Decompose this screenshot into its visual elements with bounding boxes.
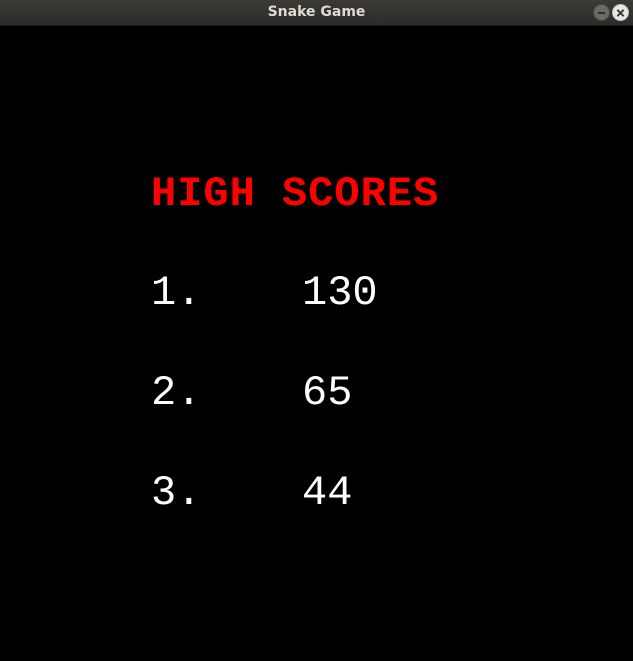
game-canvas: HIGH SCORES 1. 130 2. 65 3. 44 (0, 27, 633, 661)
high-scores-heading: HIGH SCORES (151, 170, 440, 218)
window-title: Snake Game (267, 4, 366, 20)
score-rank-2: 2. (151, 369, 202, 417)
score-rank-1: 1. (151, 269, 202, 317)
score-value-2: 65 (302, 369, 353, 417)
close-icon[interactable] (612, 4, 629, 21)
score-value-1: 130 (302, 269, 378, 317)
minimize-icon[interactable] (593, 4, 610, 21)
title-bar[interactable]: Snake Game (0, 0, 633, 26)
game-window: Snake Game HIGH SCORES 1. 130 2. 65 3. 4… (0, 0, 633, 661)
score-value-3: 44 (302, 469, 353, 517)
score-rank-3: 3. (151, 469, 202, 517)
